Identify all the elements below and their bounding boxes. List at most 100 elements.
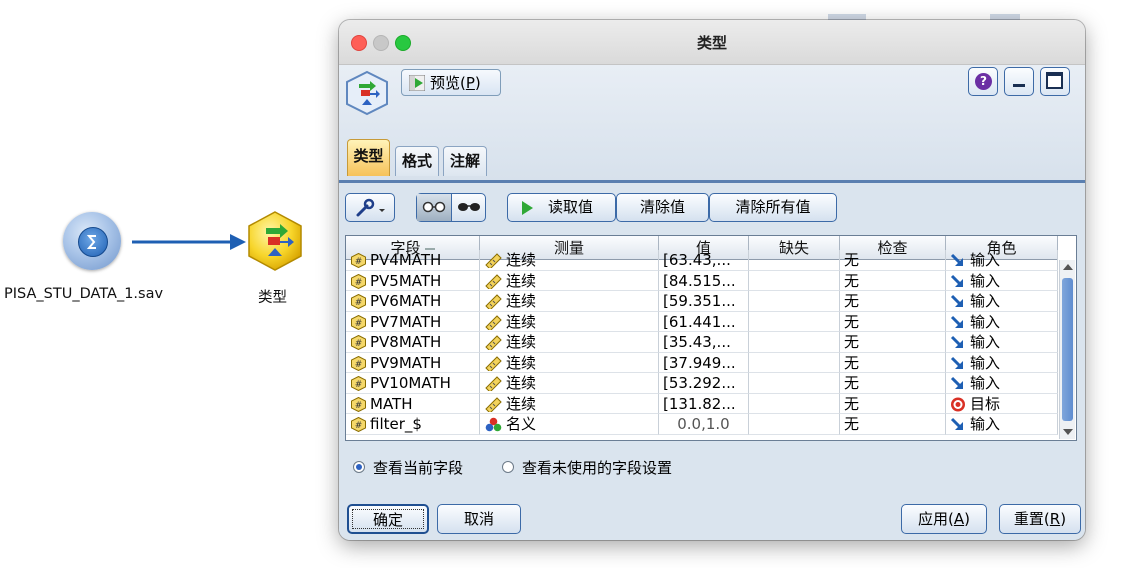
- cell-field: # PV10MATH: [346, 373, 480, 394]
- maximize-panel-button[interactable]: [1040, 67, 1070, 96]
- cell-missing[interactable]: [749, 250, 840, 271]
- cell-role[interactable]: 输入: [946, 332, 1058, 353]
- help-icon: ?: [975, 73, 992, 90]
- scroll-thumb[interactable]: [1062, 278, 1073, 421]
- minimize-panel-button[interactable]: [1004, 67, 1034, 96]
- cell-role[interactable]: 输入: [946, 373, 1058, 394]
- clear-all-values-button[interactable]: 清除所有值: [709, 193, 837, 222]
- cell-missing[interactable]: [749, 352, 840, 373]
- view-unused-settings-radio[interactable]: [502, 461, 514, 473]
- cell-role[interactable]: 输入: [946, 311, 1058, 332]
- scroll-up-icon[interactable]: [1063, 264, 1073, 270]
- cell-check[interactable]: 无: [840, 311, 946, 332]
- cell-value[interactable]: [53.292...: [659, 373, 749, 394]
- cell-measure[interactable]: 连续: [480, 373, 659, 394]
- cell-measure[interactable]: 连续: [480, 270, 659, 291]
- table-row[interactable]: # PV5MATH 连续 [84.515... 无 输入: [346, 270, 1058, 291]
- table-row[interactable]: # PV9MATH 连续 [37.949... 无 输入: [346, 352, 1058, 373]
- cell-measure[interactable]: 连续: [480, 393, 659, 414]
- read-values-button[interactable]: 读取值: [507, 193, 616, 222]
- play-icon: [522, 201, 533, 215]
- cell-field-text: PV10MATH: [370, 374, 451, 392]
- cell-role-text: 输入: [970, 374, 1001, 392]
- cell-value[interactable]: [35.43,...: [659, 332, 749, 353]
- svg-text:#: #: [355, 298, 363, 308]
- cell-value[interactable]: [59.351...: [659, 291, 749, 312]
- tab-format[interactable]: 格式: [395, 146, 439, 176]
- cell-value-text: [53.292...: [663, 374, 736, 392]
- table-row[interactable]: # PV10MATH 连续 [53.292... 无 输入: [346, 373, 1058, 394]
- value-view-toggle[interactable]: [452, 194, 486, 221]
- apply-shortcut-key: A: [953, 510, 965, 528]
- cell-missing[interactable]: [749, 393, 840, 414]
- ok-button[interactable]: 确定: [347, 504, 429, 534]
- cell-check[interactable]: 无: [840, 393, 946, 414]
- cell-missing[interactable]: [749, 291, 840, 312]
- cell-missing[interactable]: [749, 270, 840, 291]
- cell-role[interactable]: 输入: [946, 352, 1058, 373]
- cell-role[interactable]: 输入: [946, 270, 1058, 291]
- cell-role[interactable]: 输入: [946, 250, 1058, 271]
- cell-role[interactable]: 输入: [946, 414, 1058, 435]
- tools-menu-button[interactable]: [345, 193, 395, 222]
- minimize-icon: [1013, 84, 1025, 87]
- cell-value[interactable]: [63.43,...: [659, 250, 749, 271]
- cell-missing[interactable]: [749, 373, 840, 394]
- scroll-down-icon[interactable]: [1063, 429, 1073, 435]
- cell-measure[interactable]: 连续: [480, 332, 659, 353]
- apply-button[interactable]: 应用(A): [901, 504, 987, 534]
- cell-check[interactable]: 无: [840, 373, 946, 394]
- cell-measure[interactable]: 连续: [480, 291, 659, 312]
- cell-measure[interactable]: 连续: [480, 311, 659, 332]
- tab-annotations[interactable]: 注解: [443, 146, 487, 176]
- cell-check[interactable]: 无: [840, 332, 946, 353]
- ruler-icon: [485, 396, 502, 412]
- table-scrollbar[interactable]: [1059, 260, 1075, 439]
- cell-value[interactable]: [61.441...: [659, 311, 749, 332]
- cell-check-text: 无: [844, 415, 860, 433]
- cell-role[interactable]: 输入: [946, 291, 1058, 312]
- preview-button[interactable]: 预览(P): [401, 69, 501, 96]
- title-bar[interactable]: 类型: [339, 20, 1085, 65]
- cell-role[interactable]: 目标: [946, 393, 1058, 414]
- table-row[interactable]: # PV7MATH 连续 [61.441... 无 输入: [346, 311, 1058, 332]
- cell-role-text: 输入: [970, 312, 1001, 331]
- table-row[interactable]: # filter_$ 名义 0.0,1.0 无 输入: [346, 414, 1058, 435]
- cell-check[interactable]: 无: [840, 250, 946, 271]
- cell-measure-text: 连续: [506, 394, 537, 413]
- type-node[interactable]: [244, 210, 306, 272]
- help-button[interactable]: ?: [968, 67, 998, 96]
- cancel-button[interactable]: 取消: [437, 504, 521, 534]
- tab-type[interactable]: 类型: [347, 139, 390, 176]
- cell-check[interactable]: 无: [840, 352, 946, 373]
- field-view-toggle[interactable]: [417, 194, 452, 221]
- input-arrow-icon: [950, 274, 963, 287]
- cell-value[interactable]: [84.515...: [659, 270, 749, 291]
- table-row[interactable]: # PV4MATH 连续 [63.43,... 无 输入: [346, 250, 1058, 271]
- reset-button[interactable]: 重置(R): [999, 504, 1081, 534]
- cell-measure-text: 名义: [506, 415, 537, 433]
- cell-check[interactable]: 无: [840, 291, 946, 312]
- ruler-icon: [485, 253, 502, 268]
- svg-text:#: #: [355, 339, 363, 349]
- cell-measure-text: 连续: [506, 333, 537, 351]
- cell-missing[interactable]: [749, 311, 840, 332]
- table-row[interactable]: # MATH 连续 [131.82... 无 目标: [346, 393, 1058, 414]
- cell-missing[interactable]: [749, 332, 840, 353]
- view-current-fields-option[interactable]: 查看当前字段: [353, 457, 463, 479]
- cell-value[interactable]: [37.949...: [659, 352, 749, 373]
- cell-measure[interactable]: 连续: [480, 250, 659, 271]
- cell-check[interactable]: 无: [840, 270, 946, 291]
- cell-check[interactable]: 无: [840, 414, 946, 435]
- cell-measure[interactable]: 名义: [480, 414, 659, 435]
- cell-measure[interactable]: 连续: [480, 352, 659, 373]
- cell-value[interactable]: 0.0,1.0: [659, 414, 749, 435]
- table-row[interactable]: # PV6MATH 连续 [59.351... 无 输入: [346, 291, 1058, 312]
- reset-shortcut-key: R: [1049, 510, 1061, 528]
- cell-value[interactable]: [131.82...: [659, 393, 749, 414]
- view-current-fields-radio[interactable]: [353, 461, 365, 473]
- table-row[interactable]: # PV8MATH 连续 [35.43,... 无 输入: [346, 332, 1058, 353]
- cell-missing[interactable]: [749, 414, 840, 435]
- clear-values-button[interactable]: 清除值: [616, 193, 709, 222]
- view-unused-settings-option[interactable]: 查看未使用的字段设置: [502, 457, 672, 479]
